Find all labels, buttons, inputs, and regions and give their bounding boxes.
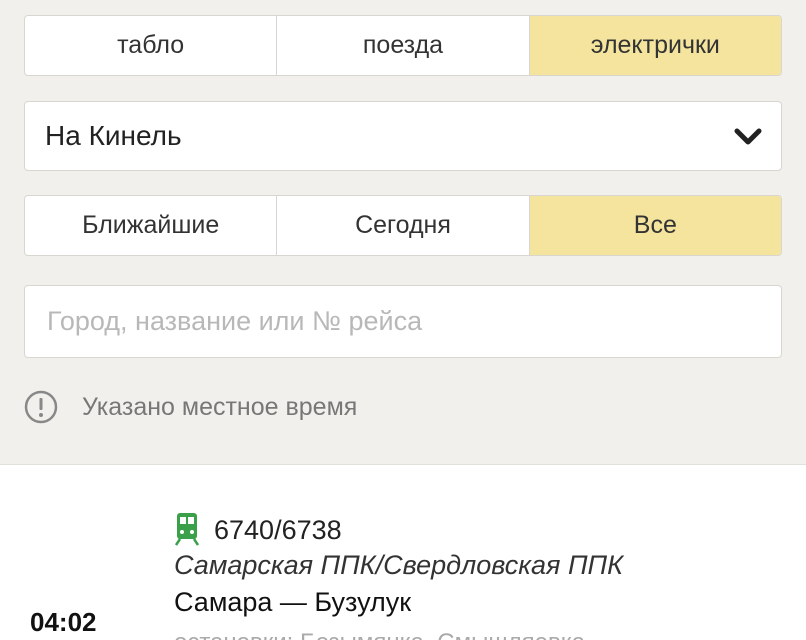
info-icon — [24, 390, 58, 424]
tab-suburban[interactable]: электрички — [528, 16, 781, 75]
direction-select[interactable]: На Кинель — [24, 101, 782, 171]
search-box — [24, 285, 782, 358]
search-input[interactable] — [25, 286, 781, 357]
trip-stops: остановки: Безымянка, Смышляевка — [174, 629, 585, 640]
tab-all[interactable]: Все — [528, 196, 781, 255]
direction-select-value: На Кинель — [45, 120, 182, 151]
tab-nearest[interactable]: Ближайшие — [25, 196, 276, 255]
trip-number: 6740/6738 — [214, 515, 342, 545]
notice-text: Указано местное время — [82, 392, 358, 421]
departure-time: 04:02 — [30, 607, 97, 637]
time-filter-tabs: Ближайшие Сегодня Все — [24, 195, 782, 256]
trip-carrier: Самарская ППК/Свердловская ППК — [174, 550, 624, 580]
transport-type-tabs: табло поезда электрички — [24, 15, 782, 76]
trip-card[interactable]: 6740/6738 Самарская ППК/Свердловская ППК… — [0, 464, 806, 640]
suburban-train-icon — [175, 513, 199, 546]
chevron-down-icon — [734, 128, 762, 145]
tab-today[interactable]: Сегодня — [276, 196, 528, 255]
tab-trains[interactable]: поезда — [276, 16, 528, 75]
local-time-notice: Указано местное время — [24, 390, 357, 424]
tab-tablo[interactable]: табло — [25, 16, 276, 75]
trip-route: Самара — Бузулук — [174, 587, 412, 617]
